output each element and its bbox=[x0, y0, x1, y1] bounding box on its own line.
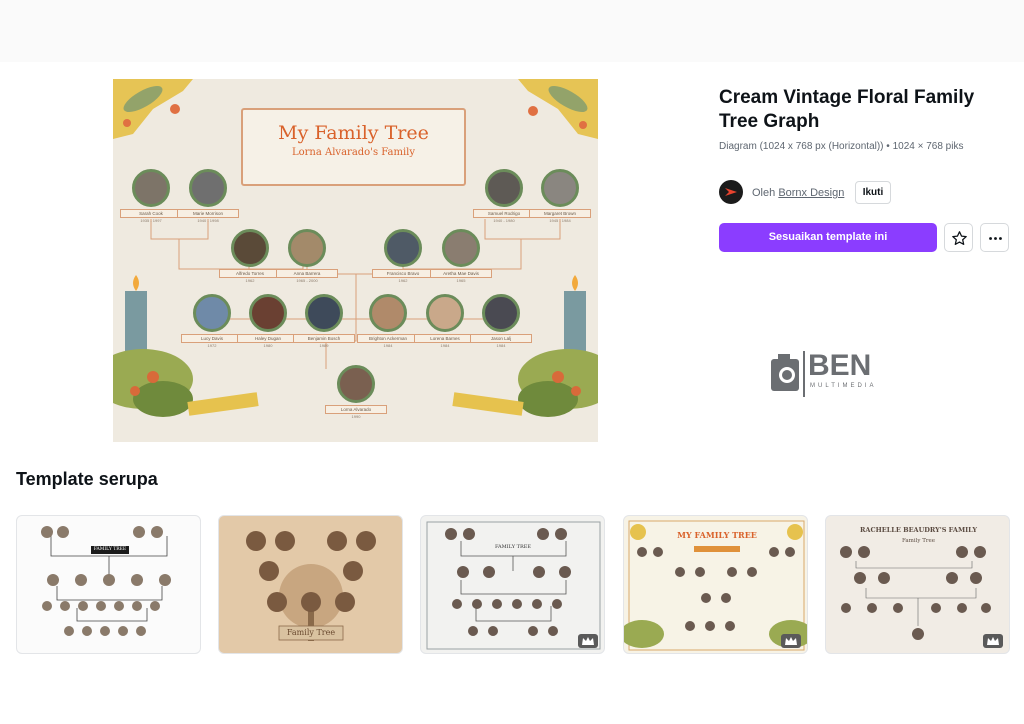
person-card: Marie Morrison 1940 - 1998 bbox=[177, 169, 239, 223]
similar-template-card[interactable]: FAMILY TREE bbox=[420, 515, 605, 654]
thumbnail-sublabel: Family Tree bbox=[901, 538, 936, 544]
person-card: Margaret Brown 1945 - 1984 bbox=[529, 169, 591, 223]
person-card: Sarah Cook 1935 - 1997 bbox=[120, 169, 182, 223]
person-card: Jason Lalj 1984 bbox=[470, 294, 532, 348]
similar-template-card[interactable]: FAMILY TREE bbox=[16, 515, 201, 654]
person-card: Samuel Rodrigo 1940 - 1980 bbox=[473, 169, 535, 223]
more-horizontal-icon bbox=[989, 237, 1002, 240]
favorite-button[interactable] bbox=[944, 223, 973, 252]
template-thumbnail bbox=[41, 526, 171, 636]
camera-logo-icon bbox=[771, 351, 805, 397]
star-icon bbox=[952, 231, 967, 246]
premium-badge bbox=[983, 634, 1003, 648]
follow-button[interactable]: Ikuti bbox=[855, 181, 891, 204]
crown-icon bbox=[582, 637, 594, 645]
thumbnail-label: FAMILY TREE bbox=[494, 544, 532, 550]
template-meta: Diagram (1024 x 768 px (Horizontal)) • 1… bbox=[719, 141, 964, 152]
author-prefix: Oleh bbox=[752, 187, 776, 199]
author-avatar[interactable] bbox=[719, 180, 743, 204]
similar-template-card[interactable]: Family Tree bbox=[218, 515, 403, 654]
customize-template-button[interactable]: Sesuaikan template ini bbox=[719, 223, 937, 252]
author-link[interactable]: Bornx Design bbox=[778, 187, 844, 199]
tree-title: My Family Tree bbox=[278, 122, 429, 144]
watermark-subtitle: MULTIMEDIA bbox=[810, 383, 877, 389]
thumbnail-label: FAMILY TREE bbox=[93, 547, 127, 552]
watermark-title: BEN bbox=[808, 349, 872, 382]
thumbnail-label: MY FAMILY TREE bbox=[677, 530, 757, 540]
person-card: Benjamin Bosch 1989 bbox=[293, 294, 355, 348]
crown-icon bbox=[785, 637, 797, 645]
more-options-button[interactable] bbox=[980, 223, 1009, 252]
similar-templates-heading: Template serupa bbox=[16, 469, 158, 489]
top-band bbox=[0, 0, 1024, 62]
person-card: Haley Dugan 1980 bbox=[237, 294, 299, 348]
similar-template-card[interactable]: RACHELLE BEAUDRY'S FAMILY Family Tree bbox=[825, 515, 1010, 654]
author-line: Oleh Bornx Design bbox=[752, 187, 844, 199]
person-card: Aretha Mae Davis 1965 bbox=[430, 229, 492, 283]
template-preview[interactable]: My Family Tree Lorna Alvarado's Family S… bbox=[113, 79, 598, 442]
person-card: Lorna Alvarado 1990 bbox=[325, 365, 387, 419]
template-thumbnail bbox=[840, 546, 991, 640]
crown-icon bbox=[987, 637, 999, 645]
person-card: Brighton Ackerman 1984 bbox=[357, 294, 419, 348]
premium-badge bbox=[578, 634, 598, 648]
template-thumbnail bbox=[426, 521, 601, 650]
thumbnail-label: RACHELLE BEAUDRY'S FAMILY bbox=[860, 526, 977, 534]
premium-badge bbox=[781, 634, 801, 648]
person-card: Francisco Bravo 1962 bbox=[372, 229, 434, 283]
person-card: Lorena Barnes 1984 bbox=[414, 294, 476, 348]
similar-template-card[interactable]: MY FAMILY TREE bbox=[623, 515, 808, 654]
person-card: Lucy Davis 1972 bbox=[181, 294, 243, 348]
person-card: Alfredo Torres 1962 bbox=[219, 229, 281, 283]
thumbnail-label: Family Tree bbox=[286, 628, 336, 637]
person-card: Anna Barrera 1965 - 2000 bbox=[276, 229, 338, 283]
author-logo-icon bbox=[725, 188, 737, 196]
template-title: Cream Vintage Floral Family Tree Graph bbox=[719, 87, 975, 132]
tree-title-card: My Family Tree Lorna Alvarado's Family bbox=[241, 108, 466, 186]
watermark: BEN MULTIMEDIA bbox=[770, 347, 900, 401]
tree-subtitle: Lorna Alvarado's Family bbox=[291, 147, 416, 158]
